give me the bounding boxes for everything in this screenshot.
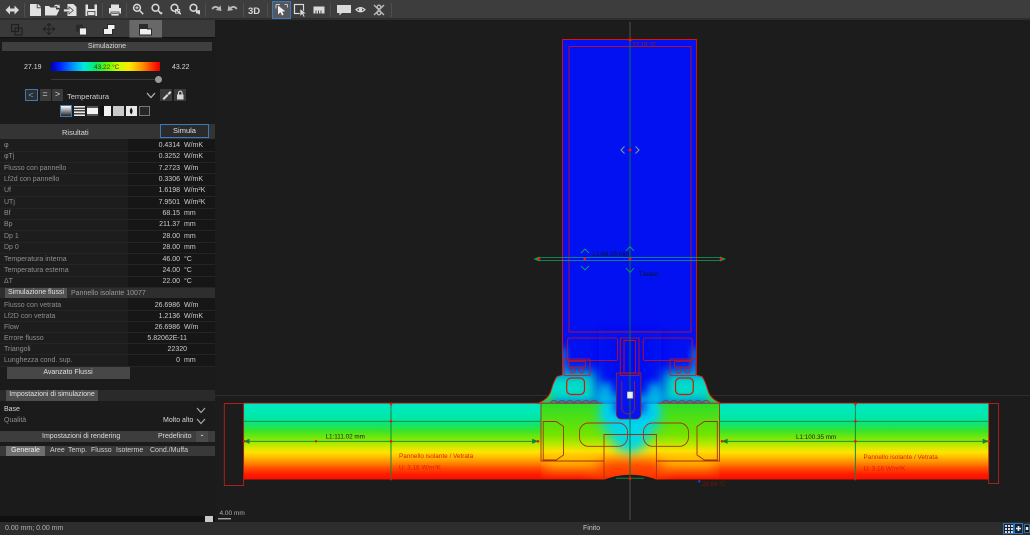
svg-text:3D: 3D [248, 6, 260, 17]
svg-text:U: 3.18 W/m²K: U: 3.18 W/m²K [864, 466, 907, 473]
svg-text:T.telaio: T.telaio [639, 271, 659, 278]
svg-text:Pannello isolante / Vetrata: Pannello isolante / Vetrata [399, 453, 474, 460]
svg-text:Pannello isolante / Vetrata: Pannello isolante / Vetrata [864, 454, 939, 461]
svg-text:27.19 °C: 27.19 °C [633, 43, 657, 49]
svg-text:U: 3.18 W/m²K: U: 3.18 W/m²K [399, 465, 442, 472]
svg-text:4.00 mm: 4.00 mm [220, 510, 245, 517]
svg-text:L1:111.02 mm: L1:111.02 mm [326, 434, 365, 441]
svg-text:L1:100.35 mm: L1:100.35 mm [796, 434, 836, 441]
svg-text:28.64 °C: 28.64 °C [702, 482, 726, 488]
svg-text:L1:68.15 mm: L1:68.15 mm [593, 251, 630, 258]
